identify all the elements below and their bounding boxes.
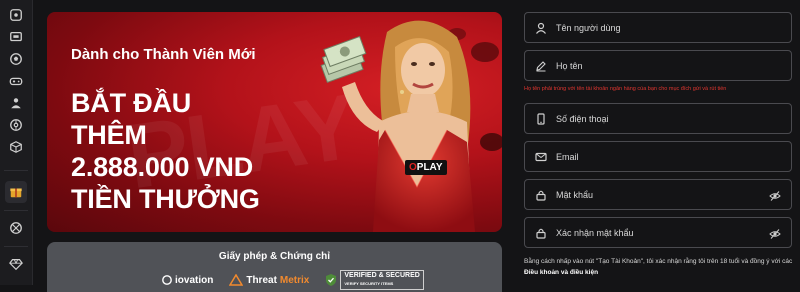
diamond-icon xyxy=(9,259,23,271)
chip-icon xyxy=(10,222,22,234)
edit-icon xyxy=(535,60,547,72)
sidebar-item-lottery[interactable] xyxy=(5,136,27,158)
verified-secured-text: VERIFIED & SECURED VERIFY SECURITY ITEMS xyxy=(340,270,424,290)
banner-model-image xyxy=(320,20,502,232)
sidebar-item-vip[interactable] xyxy=(5,217,27,239)
sidebar-divider xyxy=(4,210,28,211)
verified-secured-logo: VERIFIED & SECURED VERIFY SECURITY ITEMS xyxy=(325,270,424,290)
username-input[interactable]: Tên người dùng xyxy=(556,23,791,33)
user-icon xyxy=(535,22,547,34)
iovation-mark-icon xyxy=(162,275,172,285)
sidebar xyxy=(0,0,33,285)
phone-icon xyxy=(535,112,547,125)
sidebar-item-slots[interactable] xyxy=(5,114,27,136)
registration-form: Tên người dùng Họ tên Họ tên phải trùng … xyxy=(522,0,800,285)
mail-icon xyxy=(535,151,547,163)
sidebar-item-sports[interactable] xyxy=(5,4,27,26)
headline-line: THÊM xyxy=(71,120,147,150)
password-input[interactable]: Mật khẩu xyxy=(556,190,769,200)
sidebar-item-promo[interactable] xyxy=(5,181,27,203)
gamepad-icon xyxy=(9,77,23,86)
threatmetrix-logo: Threat Metrix xyxy=(229,274,309,286)
license-title: Giấy phép & Chứng chỉ xyxy=(218,251,331,262)
terms-link[interactable]: Điều khoản và điều kiện xyxy=(524,269,598,276)
threatmetrix-text-post: Metrix xyxy=(279,274,310,286)
email-field[interactable]: Email xyxy=(524,141,792,172)
ball-icon xyxy=(10,9,22,21)
threatmetrix-text-pre: Threat xyxy=(246,274,277,286)
email-input[interactable]: Email xyxy=(556,152,791,162)
sidebar-item-football[interactable] xyxy=(5,48,27,70)
license-logos: iovation Threat Metrix VERIFIED & SECURED… xyxy=(162,270,424,290)
confirm-password-input[interactable]: Xác nhận mật khẩu xyxy=(556,228,769,238)
terms-notice: Bằng cách nhấp vào nút "Tạo Tài Khoản", … xyxy=(524,256,800,278)
gift-icon xyxy=(10,188,22,198)
banner-headline: BẮT ĐẦU THÊM 2.888.000 VND TIỀN THƯỞNG xyxy=(71,87,291,215)
sidebar-item-diamond[interactable] xyxy=(5,253,27,275)
dealer-icon xyxy=(11,98,21,109)
badge-post: PLAY xyxy=(416,162,443,173)
eye-off-icon[interactable] xyxy=(769,189,781,201)
password-field[interactable]: Mật khẩu xyxy=(524,179,792,210)
sidebar-item-live[interactable] xyxy=(5,26,27,48)
play-badge: OPLAY xyxy=(405,160,447,175)
headline-line: TIỀN THƯỞNG xyxy=(71,184,260,214)
terms-text: Bằng cách nhấp vào nút "Tạo Tài Khoản", … xyxy=(524,258,793,265)
banner-subtitle: Dành cho Thành Viên Mới xyxy=(71,46,256,63)
cube-icon xyxy=(10,141,22,153)
threatmetrix-mark-icon xyxy=(229,274,244,286)
fullname-input[interactable]: Họ tên xyxy=(556,61,791,71)
badge-o: O xyxy=(409,162,417,173)
confirm-password-field[interactable]: Xác nhận mật khẩu xyxy=(524,217,792,248)
username-field[interactable]: Tên người dùng xyxy=(524,12,792,43)
eye-off-icon[interactable] xyxy=(769,227,781,239)
fullname-field[interactable]: Họ tên xyxy=(524,50,792,81)
screen-icon xyxy=(10,31,22,42)
sidebar-divider xyxy=(4,246,28,247)
fullname-error-message: Họ tên phải trùng với tên tài khoản ngân… xyxy=(524,86,727,92)
phone-field[interactable]: Số điện thoại xyxy=(524,103,792,134)
phone-input[interactable]: Số điện thoại xyxy=(556,114,791,124)
vs-line1: VERIFIED & SECURED xyxy=(344,272,420,279)
lock-icon xyxy=(535,227,547,239)
lock-icon xyxy=(535,189,547,201)
vs-line2: VERIFY SECURITY ITEMS xyxy=(344,281,394,286)
iovation-logo: iovation xyxy=(162,275,213,286)
headline-line: 2.888.000 VND xyxy=(71,152,254,182)
sidebar-item-casino[interactable] xyxy=(5,92,27,114)
iovation-text: iovation xyxy=(175,274,214,286)
promo-banner[interactable]: PLAY Dành cho Thành Viên Mới BẮT ĐẦU THÊ… xyxy=(47,12,502,232)
reel-icon xyxy=(10,119,22,131)
sidebar-divider xyxy=(4,170,28,171)
headline-line: BẮT ĐẦU xyxy=(71,88,192,118)
soccer-icon xyxy=(10,53,22,65)
sidebar-item-games[interactable] xyxy=(5,70,27,92)
